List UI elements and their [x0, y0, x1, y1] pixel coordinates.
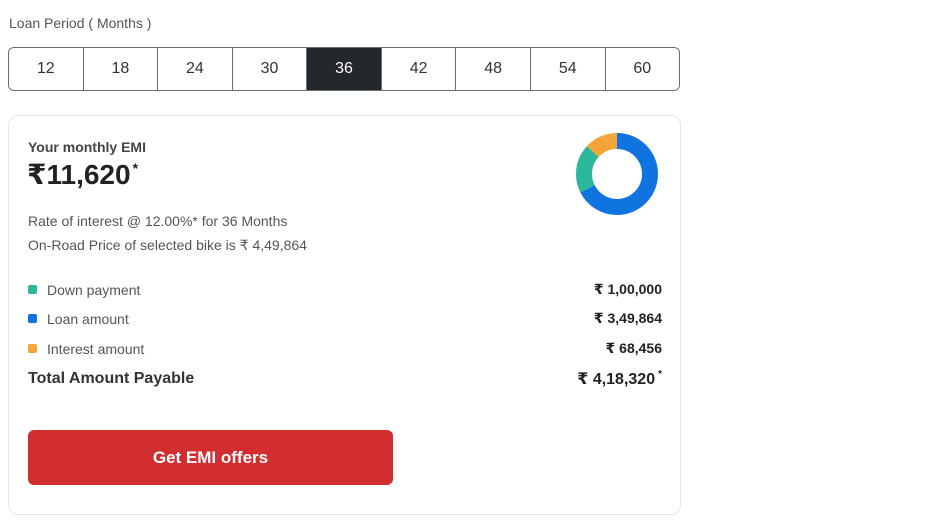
down-payment-value: ₹ 1,00,000 — [593, 281, 662, 297]
period-option-48[interactable]: 48 — [456, 48, 531, 90]
emi-breakdown-donut-chart — [576, 133, 658, 215]
interest-rate-text: Rate of interest @ 12.00%* for 36 Months — [28, 213, 288, 229]
total-asterisk: * — [658, 369, 662, 380]
on-road-price-text: On-Road Price of selected bike is ₹ 4,49… — [28, 237, 307, 253]
period-option-24[interactable]: 24 — [158, 48, 233, 90]
loan-period-label: Loan Period ( Months ) — [9, 15, 152, 31]
period-option-30[interactable]: 30 — [232, 48, 308, 90]
loan-period-selector: 12 18 24 30 36 42 48 54 60 — [8, 47, 680, 91]
loan-amount-label: Loan amount — [47, 310, 129, 327]
currency-symbol: ₹ — [27, 159, 47, 190]
interest-amount-legend-dot — [28, 344, 37, 353]
emi-amount-value: 11,620 — [46, 159, 131, 190]
total-payable-label: Total Amount Payable — [28, 370, 195, 387]
emi-amount: ₹11,620 * — [27, 158, 138, 191]
period-option-42[interactable]: 42 — [381, 48, 457, 90]
period-option-54[interactable]: 54 — [530, 48, 606, 90]
down-payment-legend-dot — [28, 285, 37, 294]
loan-amount-legend-dot — [28, 314, 37, 323]
breakdown-row-interest-amount: Interest amount ₹ 68,456 — [28, 340, 662, 357]
breakdown-row-total: Total Amount Payable ₹ 4,18,320 * — [28, 369, 662, 389]
total-payable-value: ₹ 4,18,320 * — [577, 369, 662, 389]
down-payment-label: Down payment — [47, 281, 141, 298]
emi-caption: Your monthly EMI — [28, 139, 146, 155]
period-option-60[interactable]: 60 — [605, 48, 679, 90]
emi-summary-card: Your monthly EMI ₹11,620 * Rate of intere… — [8, 115, 681, 515]
breakdown-row-down-payment: Down payment ₹ 1,00,000 — [28, 281, 662, 298]
period-option-12[interactable]: 12 — [9, 48, 84, 90]
interest-amount-label: Interest amount — [47, 340, 145, 357]
interest-amount-value: ₹ 68,456 — [605, 340, 662, 356]
emi-asterisk: * — [132, 160, 139, 176]
period-option-18[interactable]: 18 — [83, 48, 159, 90]
breakdown-row-loan-amount: Loan amount ₹ 3,49,864 — [28, 310, 662, 327]
get-emi-offers-button[interactable]: Get EMI offers — [28, 430, 393, 485]
period-option-36[interactable]: 36 — [307, 48, 382, 90]
total-payable-amount: ₹ 4,18,320 — [577, 371, 656, 388]
loan-amount-value: ₹ 3,49,864 — [593, 310, 662, 326]
